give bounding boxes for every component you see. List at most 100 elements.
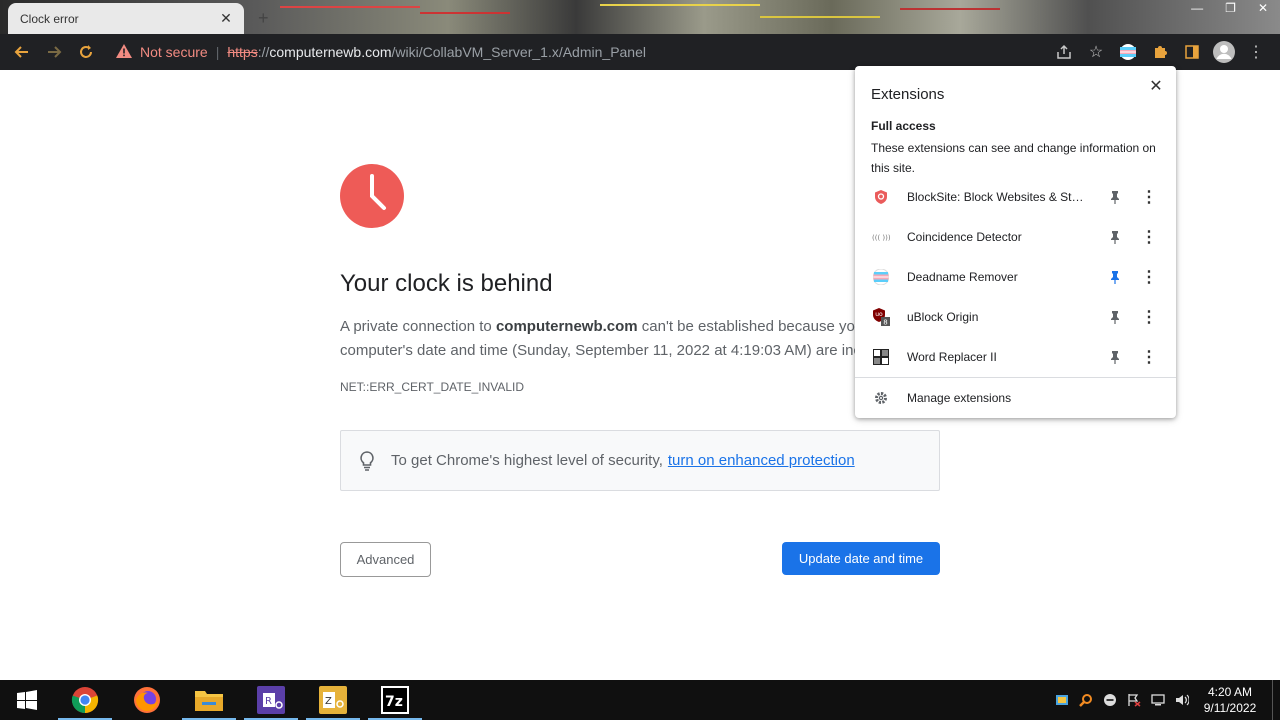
security-status[interactable]: Not secure xyxy=(140,44,208,60)
clock-date: 9/11/2022 xyxy=(1203,701,1257,715)
toolbar-actions: ☆ ⋮ xyxy=(1048,38,1272,66)
omnibox-divider: | xyxy=(215,44,220,60)
svg-text:Z: Z xyxy=(325,696,332,707)
ublock-badge: 8 xyxy=(883,319,887,327)
taskbar-clock[interactable]: 4:20 AM 9/11/2022 xyxy=(1194,684,1266,716)
tray-app-icon[interactable] xyxy=(1050,680,1074,720)
svg-text:7z: 7z xyxy=(385,694,403,710)
extension-item[interactable]: Deadname Remover ⋮ xyxy=(855,257,1176,297)
tab-title: Clock error xyxy=(20,11,79,26)
extensions-menu: Extensions ✕ Full access These extension… xyxy=(855,66,1176,418)
desc-host: computernewb.com xyxy=(495,318,638,335)
extension-item[interactable]: ((( ))) Coincidence Detector ⋮ xyxy=(855,217,1176,257)
clock-error-icon xyxy=(340,164,404,228)
more-options-icon[interactable]: ⋮ xyxy=(1135,225,1163,249)
minus-circle-icon[interactable] xyxy=(1098,680,1122,720)
word-replacer-icon xyxy=(871,347,891,367)
tab-close-icon[interactable]: ✕ xyxy=(218,10,234,27)
extensions-title: Extensions xyxy=(871,86,945,103)
minimize-icon[interactable]: — xyxy=(1191,1,1203,15)
rdp-app-taskbar-icon[interactable]: R xyxy=(240,680,302,720)
browser-toolbar: Not secure | https://computernewb.com/wi… xyxy=(0,34,1280,70)
desc-text-1: A private connection to xyxy=(340,318,496,335)
7zip-taskbar-icon[interactable]: 7z xyxy=(364,680,426,720)
extension-item[interactable]: Word Replacer II ⋮ xyxy=(855,337,1176,377)
firefox-taskbar-icon[interactable] xyxy=(116,680,178,720)
reload-icon[interactable] xyxy=(70,36,102,68)
zotero-taskbar-icon[interactable]: Z xyxy=(302,680,364,720)
more-options-icon[interactable]: ⋮ xyxy=(1135,305,1163,329)
address-bar[interactable]: Not secure | https://computernewb.com/wi… xyxy=(108,38,1108,66)
warning-icon[interactable] xyxy=(116,43,132,61)
tip-text: To get Chrome's highest level of securit… xyxy=(391,452,663,469)
error-code: NET::ERR_CERT_DATE_INVALID xyxy=(340,380,525,394)
advanced-button[interactable]: Advanced xyxy=(340,542,431,577)
lightbulb-icon xyxy=(357,450,377,471)
enhanced-protection-link[interactable]: turn on enhanced protection xyxy=(668,452,855,469)
new-tab-button[interactable]: + xyxy=(258,8,269,29)
share-icon[interactable] xyxy=(1048,38,1080,66)
pin-icon[interactable] xyxy=(1103,225,1127,249)
system-tray: 4:20 AM 9/11/2022 xyxy=(1050,680,1280,720)
pin-icon[interactable] xyxy=(1103,185,1127,209)
manage-extensions-item[interactable]: Manage extensions xyxy=(871,386,1011,410)
flag-notification-icon[interactable] xyxy=(1122,680,1146,720)
extension-name: Word Replacer II xyxy=(907,350,997,364)
desc-text-2: can't be established because your xyxy=(637,318,860,335)
window-controls: — ❐ ✕ xyxy=(1191,1,1268,15)
show-desktop-button[interactable] xyxy=(1272,680,1280,720)
divider xyxy=(855,377,1176,378)
blocksite-icon xyxy=(871,187,891,207)
close-window-icon[interactable]: ✕ xyxy=(1258,1,1268,15)
extension-item[interactable]: BlockSite: Block Websites & Sta... ⋮ xyxy=(855,177,1176,217)
forward-icon[interactable] xyxy=(38,36,70,68)
restore-icon[interactable]: ❐ xyxy=(1225,1,1236,15)
file-explorer-taskbar-icon[interactable] xyxy=(178,680,240,720)
manage-extensions-label: Manage extensions xyxy=(907,391,1012,405)
page-title: Your clock is behind xyxy=(340,270,553,297)
pin-icon[interactable] xyxy=(1103,345,1127,369)
profile-avatar-icon[interactable] xyxy=(1208,38,1240,66)
pin-icon[interactable] xyxy=(1103,305,1127,329)
coincidence-detector-icon: ((( ))) xyxy=(871,227,891,247)
extension-name: Deadname Remover xyxy=(907,270,1018,284)
search-tray-icon[interactable] xyxy=(1074,680,1098,720)
network-icon[interactable] xyxy=(1146,680,1170,720)
extensions-puzzle-icon[interactable] xyxy=(1144,38,1176,66)
more-options-icon[interactable]: ⋮ xyxy=(1135,345,1163,369)
svg-text:((( ))): ((( ))) xyxy=(872,234,890,241)
extension-name: Coincidence Detector xyxy=(907,230,1022,244)
close-icon[interactable]: ✕ xyxy=(1144,74,1168,98)
update-date-time-button[interactable]: Update date and time xyxy=(782,542,940,575)
bookmark-star-icon[interactable]: ☆ xyxy=(1080,38,1112,66)
pinned-icon[interactable] xyxy=(1103,265,1127,289)
start-button[interactable] xyxy=(0,680,54,720)
url-path: /wiki/CollabVM_Server_1.x/Admin_Panel xyxy=(391,44,646,60)
browser-menu-icon[interactable]: ⋮ xyxy=(1240,38,1272,66)
deadname-remover-toolbar-icon[interactable] xyxy=(1112,38,1144,66)
gear-icon xyxy=(871,391,891,405)
url-separator: :// xyxy=(257,44,270,60)
clock-time: 4:20 AM xyxy=(1207,685,1253,699)
browser-tab[interactable]: Clock error ✕ xyxy=(8,3,244,34)
svg-text:uo: uo xyxy=(875,311,883,318)
extension-name: uBlock Origin xyxy=(907,310,979,324)
back-icon[interactable] xyxy=(6,36,38,68)
chrome-taskbar-icon[interactable] xyxy=(54,680,116,720)
volume-icon[interactable] xyxy=(1170,680,1194,720)
extension-item[interactable]: uo 8 uBlock Origin ⋮ xyxy=(855,297,1176,337)
svg-text:R: R xyxy=(265,696,272,707)
desc-text-3: computer's date and time (Sunday, Septem… xyxy=(340,342,860,359)
extensions-list: BlockSite: Block Websites & Sta... ⋮ (((… xyxy=(855,177,1176,377)
more-options-icon[interactable]: ⋮ xyxy=(1135,185,1163,209)
url-host: computernewb.com xyxy=(269,44,392,60)
title-bar: Clock error ✕ + — ❐ ✕ xyxy=(0,0,1280,34)
url-scheme: https xyxy=(227,44,258,60)
more-options-icon[interactable]: ⋮ xyxy=(1135,265,1163,289)
enhanced-protection-tip: To get Chrome's highest level of securit… xyxy=(340,430,940,491)
full-access-description: These extensions can see and change info… xyxy=(871,141,1156,175)
full-access-heading: Full access xyxy=(871,119,936,133)
deadname-remover-icon xyxy=(871,267,891,287)
error-description: A private connection to computernewb.com… xyxy=(340,315,860,363)
side-panel-icon[interactable] xyxy=(1176,38,1208,66)
